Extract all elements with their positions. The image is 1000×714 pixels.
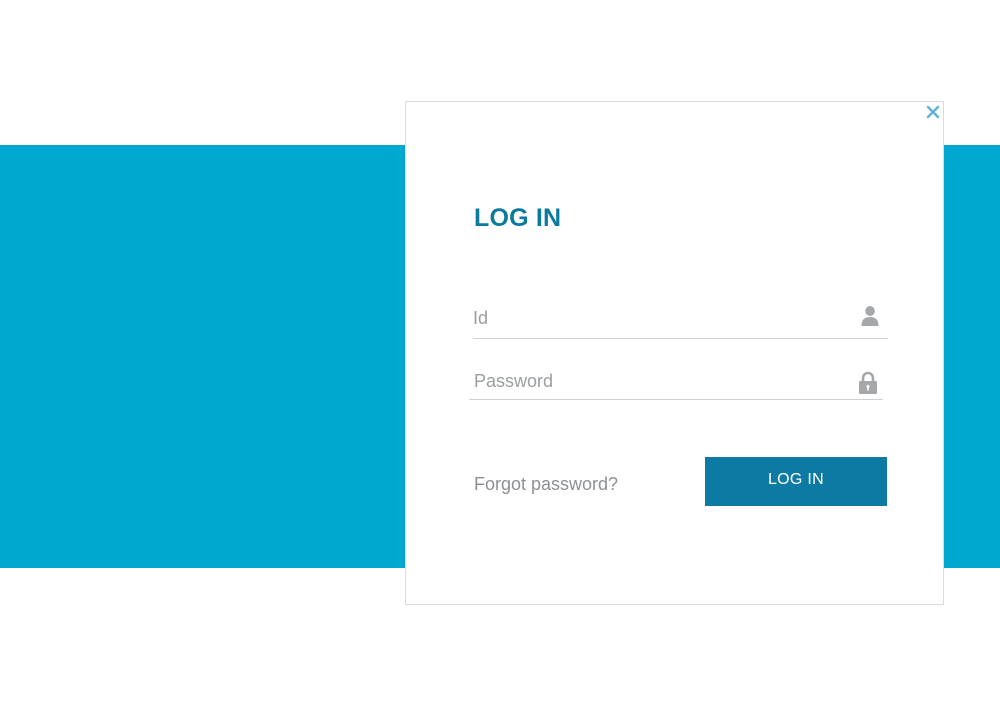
id-field (473, 298, 888, 339)
login-button[interactable]: LOG IN (705, 457, 887, 506)
password-input[interactable] (469, 364, 883, 399)
login-screen: LOG IN Forgot password? (0, 0, 1000, 714)
forgot-password-link[interactable]: Forgot password? (474, 474, 618, 495)
password-field (469, 364, 883, 400)
id-input[interactable] (473, 298, 888, 338)
close-icon[interactable] (925, 104, 941, 120)
dialog-title: LOG IN (474, 204, 562, 232)
login-dialog: LOG IN Forgot password? (405, 101, 944, 605)
